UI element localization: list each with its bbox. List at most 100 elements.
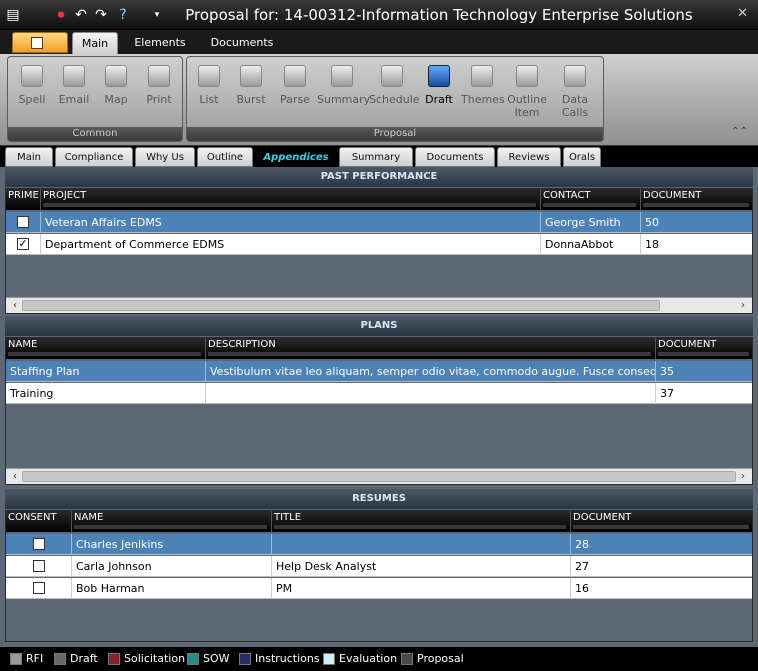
table-row[interactable]: Training 37 xyxy=(6,383,752,404)
help-icon[interactable]: ? xyxy=(114,6,132,24)
parse-icon xyxy=(284,65,306,87)
prime-checkbox[interactable] xyxy=(17,216,29,228)
summary-label: Summary xyxy=(317,93,371,106)
undo-icon[interactable]: ↶ xyxy=(72,6,90,24)
page-tab-bar: Main Compliance Why Us Outline Appendice… xyxy=(0,146,758,167)
column-header-document[interactable]: DOCUMENT xyxy=(656,338,752,359)
table-row[interactable]: ✓ Department of Commerce EDMS DonnaAbbot… xyxy=(6,234,752,255)
print-label: Print xyxy=(146,93,172,106)
outline-item-button[interactable]: Outline Item xyxy=(505,65,549,119)
horizontal-scrollbar[interactable]: ‹ › xyxy=(6,468,752,484)
legend-label: RFI xyxy=(26,652,44,665)
parse-label: Parse xyxy=(280,93,310,106)
outline-item-label: Outline Item xyxy=(507,93,547,119)
header-divider xyxy=(43,203,536,207)
parse-button[interactable]: Parse xyxy=(277,65,313,106)
schedule-button[interactable]: Schedule xyxy=(369,65,420,106)
draft-button[interactable]: Draft xyxy=(421,65,457,106)
header-divider xyxy=(573,525,749,529)
table-row[interactable]: Carla Johnson Help Desk Analyst 27 xyxy=(6,556,752,577)
table-row[interactable]: Bob Harman PM 16 xyxy=(6,578,752,599)
outline-icon xyxy=(516,65,538,87)
ribbon-tab-documents[interactable]: Documents xyxy=(206,32,278,54)
column-header-name[interactable]: NAME xyxy=(72,511,272,532)
themes-button[interactable]: Themes xyxy=(461,65,505,106)
legend-swatch xyxy=(239,653,251,665)
column-header-name[interactable]: NAME xyxy=(6,338,206,359)
description-cell xyxy=(206,383,656,404)
table-row[interactable]: Charles Jenlkins 28 xyxy=(6,534,752,555)
column-header-consent[interactable]: CONSENT xyxy=(6,511,72,532)
scroll-left-icon[interactable]: ‹ xyxy=(8,470,22,484)
legend-swatch xyxy=(401,653,413,665)
column-header-document[interactable]: DOCUMENT xyxy=(641,189,752,210)
spell-check-icon xyxy=(21,65,43,87)
email-button[interactable]: Email xyxy=(56,65,92,106)
column-header-label: NAME xyxy=(8,339,38,350)
ribbon-tab-elements[interactable]: Elements xyxy=(130,32,190,54)
legend-item-sow: SOW xyxy=(187,652,230,666)
column-header-label: DESCRIPTION xyxy=(208,339,276,350)
scroll-thumb[interactable] xyxy=(22,300,660,311)
close-icon[interactable]: ✕ xyxy=(737,6,748,21)
summary-icon xyxy=(331,65,353,87)
document-cell: 28 xyxy=(571,534,752,555)
header-divider xyxy=(658,352,749,356)
scroll-thumb[interactable] xyxy=(22,471,736,482)
redo-icon[interactable]: ↷ xyxy=(92,6,110,24)
column-header-description[interactable]: DESCRIPTION xyxy=(206,338,656,359)
column-header-contact[interactable]: CONTACT xyxy=(541,189,641,210)
horizontal-scrollbar[interactable]: ‹ › xyxy=(6,297,752,313)
collapse-ribbon-icon[interactable]: ⌃⌃ xyxy=(731,126,748,137)
name-cell: Bob Harman xyxy=(72,578,272,599)
consent-checkbox[interactable] xyxy=(33,538,45,550)
scroll-left-icon[interactable]: ‹ xyxy=(8,299,22,313)
consent-checkbox[interactable] xyxy=(33,582,45,594)
legend-label: Solicitation xyxy=(124,652,186,665)
title-cell: Help Desk Analyst xyxy=(272,556,571,577)
table-row[interactable]: Veteran Affairs EDMS George Smith 50 xyxy=(6,212,752,233)
record-icon[interactable]: ⏺ xyxy=(52,6,70,24)
themes-label: Themes xyxy=(461,93,505,106)
tab-compliance[interactable]: Compliance xyxy=(55,147,133,167)
tab-orals[interactable]: Orals xyxy=(563,147,601,167)
column-header-prime[interactable]: PRIME xyxy=(6,189,41,210)
tab-documents[interactable]: Documents xyxy=(415,147,495,167)
tab-summary[interactable]: Summary xyxy=(339,147,413,167)
application-menu-button[interactable] xyxy=(12,32,68,53)
ribbon-group-common: Spell Email Map Print Common xyxy=(7,56,183,142)
tab-appendices[interactable]: Appendices xyxy=(255,147,337,167)
scroll-right-icon[interactable]: › xyxy=(736,470,750,484)
column-header-project[interactable]: PROJECT xyxy=(41,189,541,210)
print-button[interactable]: Print xyxy=(140,65,178,106)
column-header-label: DOCUMENT xyxy=(643,190,702,201)
ribbon-tab-main[interactable]: Main xyxy=(72,32,118,54)
legend-swatch xyxy=(54,653,66,665)
tab-why-us[interactable]: Why Us xyxy=(135,147,195,167)
spell-button[interactable]: Spell xyxy=(14,65,50,106)
burst-button[interactable]: Burst xyxy=(233,65,269,106)
column-header-document[interactable]: DOCUMENT xyxy=(571,511,752,532)
grid-header: PRIME PROJECT CONTACT DOCUMENT xyxy=(6,189,752,210)
column-header-title[interactable]: TITLE xyxy=(272,511,571,532)
legend-item-proposal: Proposal xyxy=(401,652,464,666)
data-calls-icon xyxy=(564,65,586,87)
table-row[interactable]: Staffing Plan Vestibulum vitae leo aliqu… xyxy=(6,361,752,382)
data-calls-button[interactable]: Data Calls xyxy=(549,65,601,119)
scroll-right-icon[interactable]: › xyxy=(736,299,750,313)
tab-reviews[interactable]: Reviews xyxy=(497,147,561,167)
tab-outline[interactable]: Outline xyxy=(197,147,253,167)
document-cell: 37 xyxy=(656,383,752,404)
column-header-label: DOCUMENT xyxy=(573,512,632,523)
list-button[interactable]: List xyxy=(193,65,225,106)
name-cell: Charles Jenlkins xyxy=(72,534,272,555)
tab-main[interactable]: Main xyxy=(5,147,53,167)
map-button[interactable]: Map xyxy=(98,65,134,106)
consent-cell xyxy=(6,578,72,599)
section-title-resumes: RESUMES xyxy=(5,489,753,509)
consent-checkbox[interactable] xyxy=(33,560,45,572)
summary-button[interactable]: Summary xyxy=(317,65,371,106)
prime-checkbox-checked[interactable]: ✓ xyxy=(17,238,29,250)
resumes-grid: CONSENT NAME TITLE DOCUMENT Charles Jenl… xyxy=(5,510,753,642)
document-cell: 35 xyxy=(656,361,752,382)
